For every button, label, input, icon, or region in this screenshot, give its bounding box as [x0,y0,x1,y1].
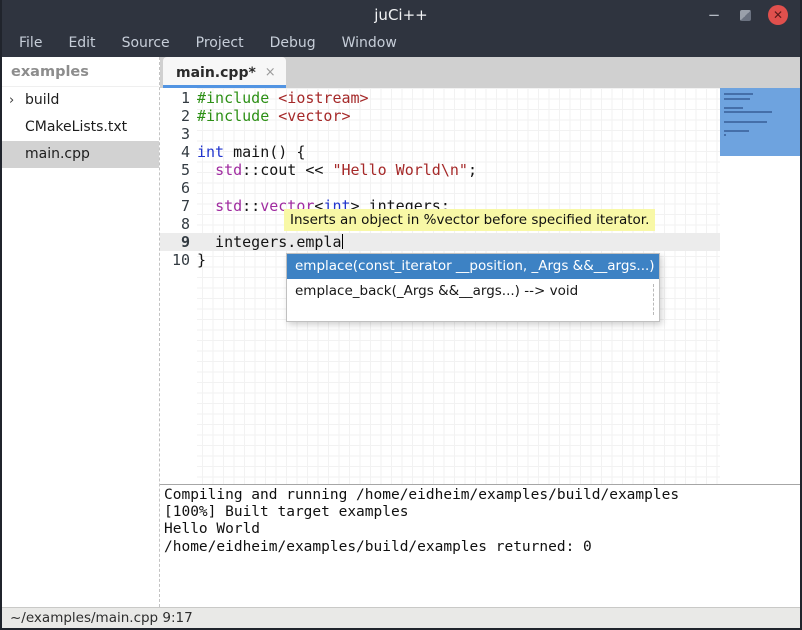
line-number: 1 [160,89,190,107]
tab-main-cpp-[interactable]: main.cpp* × [163,57,286,88]
file-tree: › build CMakeLists.txt main.cpp [2,87,159,168]
menu-item-edit[interactable]: Edit [55,30,108,57]
code-token: "Hello World\n" [332,161,467,179]
terminal-line: /home/eidheim/examples/build/examples re… [164,539,800,556]
editor-pane: main.cpp*× 1#include <iostream>2#include… [160,57,800,607]
code-token: main() { [224,143,305,161]
sidebar-item-cmakelists-txt[interactable]: CMakeLists.txt [2,114,159,141]
menu-item-file[interactable]: File [6,30,55,57]
line-number: 4 [160,143,190,161]
code-line-text[interactable] [190,179,720,197]
code-token: ::cout << [242,161,332,179]
code-token [197,161,215,179]
minimize-icon[interactable]: − [705,6,723,24]
source-editor[interactable]: 1#include <iostream>2#include <vector>34… [160,88,800,484]
minimap-code-line [724,107,743,109]
code-line-text[interactable]: std::cout << "Hello World\n"; [190,161,720,179]
window-controls: − ✕ [705,5,800,25]
minimap-code-line [724,93,753,95]
code-token: ; [468,161,477,179]
code-line[interactable]: 4int main() { [160,143,720,161]
terminal-output[interactable]: Compiling and running /home/eidheim/exam… [160,484,800,607]
tab-label: main.cpp* [176,65,256,81]
autocomplete-popup: emplace(const_iterator __position, _Args… [286,253,660,322]
line-number: 3 [160,125,190,143]
code-line-text[interactable] [190,125,720,143]
minimap-code-line [724,130,749,132]
minimap-code-line [724,121,767,123]
line-number: 2 [160,107,190,125]
line-number: 7 [160,197,190,215]
code-token: std [215,161,242,179]
menu-item-project[interactable]: Project [183,30,257,57]
code-token: integers.empla [197,233,342,251]
menu-item-source[interactable]: Source [109,30,183,57]
menu-item-debug[interactable]: Debug [257,30,329,57]
project-name-header: examples [2,57,159,87]
line-number: 6 [160,179,190,197]
code-line[interactable]: 5 std::cout << "Hello World\n"; [160,161,720,179]
terminal-line: Hello World [164,521,800,538]
code-line[interactable]: 2#include <vector> [160,107,720,125]
tab-close-icon[interactable]: × [265,65,276,80]
code-line-text[interactable]: #include <vector> [190,107,720,125]
line-number: 5 [160,161,190,179]
line-number: 8 [160,215,190,233]
title-bar[interactable]: juCi++ − ✕ [2,0,800,30]
code-token: std [215,197,242,215]
line-number: 9 [160,233,190,251]
line-number: 10 [160,251,190,269]
autocomplete-item[interactable]: emplace(const_iterator __position, _Args… [287,254,659,279]
menu-bar: FileEditSourceProjectDebugWindow [2,30,800,57]
window-title: juCi++ [2,6,800,24]
sidebar-item-label: CMakeLists.txt [25,119,127,135]
code-line[interactable]: 1#include <iostream> [160,89,720,107]
autocomplete-item[interactable]: emplace_back(_Args &&__args...) --> void [287,279,659,304]
minimap-code-line [724,111,772,113]
maximize-icon[interactable] [740,10,751,21]
code-token [197,197,215,215]
code-line[interactable]: 9 integers.empla [160,233,720,251]
code-token: <iostream> [278,89,368,107]
status-file-position: ~/examples/main.cpp 9:17 [10,610,193,626]
app-window: juCi++ − ✕ FileEditSourceProjectDebugWin… [0,0,802,630]
sidebar-item-label: build [25,92,59,108]
autocomplete-scrollbar[interactable] [653,284,654,315]
overview-minimap[interactable] [720,88,800,484]
code-token: #include [197,107,278,125]
code-line[interactable]: 3 [160,125,720,143]
sidebar-item-main-cpp[interactable]: main.cpp [2,141,159,168]
code-line[interactable]: 6 [160,179,720,197]
code-line-text[interactable]: integers.empla [190,233,720,251]
sidebar-item-build[interactable]: › build [2,87,159,114]
code-token: <vector> [278,107,350,125]
text-cursor [342,234,344,249]
code-token: } [197,251,206,269]
chevron-right-icon[interactable]: › [9,87,14,114]
status-bar: ~/examples/main.cpp 9:17 [2,607,800,628]
menu-item-window[interactable]: Window [329,30,410,57]
file-tree-sidebar: examples › build CMakeLists.txt main.cpp [2,57,160,607]
code-token: :: [242,197,260,215]
terminal-line: Compiling and running /home/eidheim/exam… [164,487,800,504]
close-icon[interactable]: ✕ [768,5,788,25]
doc-tooltip: Inserts an object in %vector before spec… [284,209,655,231]
code-line-text[interactable]: int main() { [190,143,720,161]
code-token: int [197,143,224,161]
main-area: examples › build CMakeLists.txt main.cpp ma… [2,57,800,607]
tab-bar: main.cpp* × [160,57,800,88]
sidebar-item-label: main.cpp [25,146,90,162]
terminal-line: [100%] Built target examples [164,504,800,521]
minimap-code-line [724,98,750,100]
code-token: #include [197,89,278,107]
code-line-text[interactable]: #include <iostream> [190,89,720,107]
minimap-code-line [724,134,726,136]
minimap-slider[interactable] [720,88,800,156]
